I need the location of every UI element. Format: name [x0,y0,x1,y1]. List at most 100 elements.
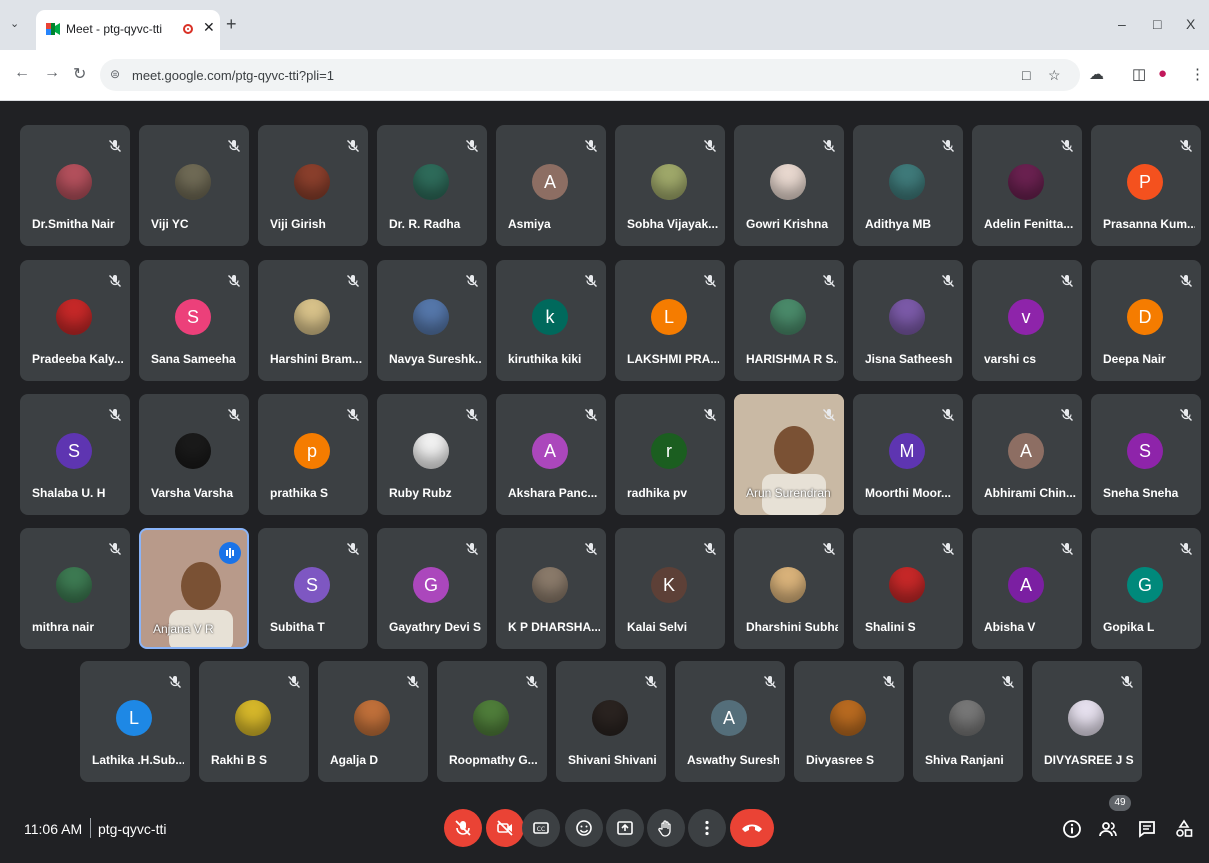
camera-off-button[interactable] [486,809,524,847]
profile-avatar-icon[interactable]: ● [1158,65,1167,82]
captions-button[interactable]: CC [522,809,560,847]
avatar-initial: A [532,433,568,469]
mic-muted-icon [227,274,241,288]
mic-off-button[interactable] [444,809,482,847]
participant-tile[interactable]: Dharshini Subha [734,528,844,649]
participant-tile[interactable]: Divyasree S [794,661,904,782]
participant-tile[interactable]: Adithya MB [853,125,963,246]
leave-call-button[interactable] [730,809,774,847]
url-text[interactable]: meet.google.com/ptg-qyvc-tti?pli=1 [132,68,334,83]
participant-tile[interactable]: Harshini Bram... [258,260,368,381]
participant-tile[interactable]: M Moorthi Moor... [853,394,963,515]
mic-muted-icon [227,408,241,422]
participant-name: Abhirami Chin... [984,486,1076,500]
participant-tile[interactable]: Navya Sureshk... [377,260,487,381]
participant-tile[interactable]: Adelin Fenitta... [972,125,1082,246]
reload-icon[interactable]: ↻ [73,64,86,84]
participant-tile[interactable]: K P DHARSHA... [496,528,606,649]
participant-tile[interactable]: K Kalai Selvi [615,528,725,649]
tab-meet[interactable]: Meet - ptg-qyvc-tti ✕ [36,10,220,50]
participant-tile[interactable]: S Sneha Sneha [1091,394,1201,515]
minimize-icon[interactable]: – [1118,16,1126,32]
participant-name: Jisna Satheesh [865,352,953,366]
participant-tile[interactable]: S Shalaba U. H [20,394,130,515]
participant-tile[interactable]: Shivani Shivani [556,661,666,782]
participant-tile[interactable]: Viji YC [139,125,249,246]
participant-tile[interactable]: Roopmathy G... [437,661,547,782]
participant-tile[interactable]: Anjana V R [139,528,249,649]
participant-tile[interactable]: S Subitha T [258,528,368,649]
participant-tile[interactable]: Arun Surendran [734,394,844,515]
participant-name: Shalaba U. H [32,486,106,500]
new-tab-icon[interactable]: + [226,14,237,35]
participant-tile[interactable]: A Asmiya [496,125,606,246]
participant-tile[interactable]: Agalja D [318,661,428,782]
participant-tile[interactable]: Varsha Varsha [139,394,249,515]
participant-tile[interactable]: A Abhirami Chin... [972,394,1082,515]
participant-tile[interactable]: S Sana Sameeha [139,260,249,381]
menu-kebab-icon[interactable]: ⋮ [1190,65,1205,83]
participant-tile[interactable]: L Lathika .H.Sub... [80,661,190,782]
participant-tile[interactable]: mithra nair [20,528,130,649]
participant-tile[interactable]: L LAKSHMI PRA... [615,260,725,381]
avatar-initial: r [651,433,687,469]
participant-name: Dr.Smitha Nair [32,217,115,231]
activities-icon[interactable] [1174,819,1194,839]
participant-tile[interactable]: HARISHMA R S... [734,260,844,381]
participant-tile[interactable]: A Abisha V [972,528,1082,649]
avatar-initial: S [175,299,211,335]
raise-hand-button[interactable] [647,809,685,847]
participant-tile[interactable]: Ruby Rubz [377,394,487,515]
participant-tile[interactable]: G Gayathry Devi S [377,528,487,649]
avatar-photo [532,567,568,603]
participant-tile[interactable]: Shalini S [853,528,963,649]
avatar-photo [473,700,509,736]
participant-tile[interactable]: P Prasanna Kum... [1091,125,1201,246]
people-icon[interactable] [1098,819,1118,839]
mic-muted-icon [108,542,122,556]
mic-muted-icon [584,139,598,153]
reactions-button[interactable] [565,809,603,847]
participant-tile[interactable]: Rakhi B S [199,661,309,782]
participant-tile[interactable]: r radhika pv [615,394,725,515]
present-button[interactable] [606,809,644,847]
cast-icon[interactable]: □ [1022,67,1030,83]
side-panel-icon[interactable]: ◫ [1132,65,1146,83]
participant-tile[interactable]: Dr.Smitha Nair [20,125,130,246]
avatar-initial: v [1008,299,1044,335]
participant-tile[interactable]: v varshi cs [972,260,1082,381]
participant-name: Dharshini Subha [746,620,838,634]
meeting-details-icon[interactable] [1062,819,1082,839]
participant-tile[interactable]: Viji Girish [258,125,368,246]
participant-name: Adelin Fenitta... [984,217,1074,231]
extensions-icon[interactable]: ☁ [1089,65,1104,83]
participant-tile[interactable]: G Gopika L [1091,528,1201,649]
tab-search-icon[interactable]: ⌄ [10,17,19,30]
participant-tile[interactable]: Gowri Krishna [734,125,844,246]
avatar-initial: S [1127,433,1163,469]
bookmark-star-icon[interactable]: ☆ [1048,67,1061,84]
site-info-icon[interactable]: ⊜ [110,67,120,81]
participant-tile[interactable]: Pradeeba Kaly... [20,260,130,381]
maximize-icon[interactable]: □ [1153,16,1161,32]
participant-tile[interactable]: Sobha Vijayak... [615,125,725,246]
more-options-button[interactable] [688,809,726,847]
back-icon[interactable]: ← [14,64,30,82]
participant-tile[interactable]: p prathika S [258,394,368,515]
participant-tile[interactable]: Dr. R. Radha [377,125,487,246]
participant-tile[interactable]: A Akshara Panc... [496,394,606,515]
participant-tile[interactable]: k kiruthika kiki [496,260,606,381]
forward-icon[interactable]: → [44,64,60,82]
participant-tile[interactable]: DIVYASREE J S [1032,661,1142,782]
participant-name: Roopmathy G... [449,753,538,767]
participant-tile[interactable]: A Aswathy Suresh [675,661,785,782]
tab-close-icon[interactable]: ✕ [203,19,215,36]
participant-tile[interactable]: Shiva Ranjani [913,661,1023,782]
participant-tile[interactable]: D Deepa Nair [1091,260,1201,381]
participant-name: Rakhi B S [211,753,268,767]
mic-muted-icon [168,675,182,689]
omnibox[interactable]: ⊜ meet.google.com/ptg-qyvc-tti?pli=1 □ ☆ [100,59,1080,91]
chat-icon[interactable] [1137,819,1157,839]
participant-tile[interactable]: Jisna Satheesh [853,260,963,381]
close-window-icon[interactable]: X [1186,16,1195,32]
